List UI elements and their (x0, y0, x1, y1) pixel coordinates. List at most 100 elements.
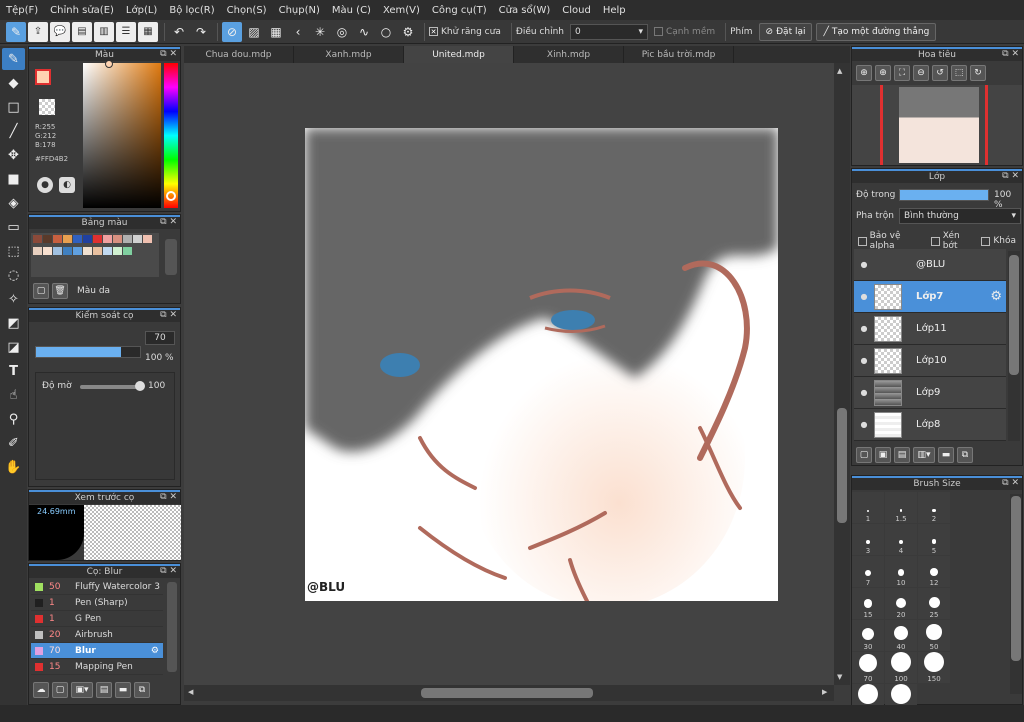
brush-size-slider[interactable] (35, 346, 141, 358)
layer-row[interactable]: ● @BLU (854, 249, 1006, 281)
list-icon[interactable]: ☰ (116, 21, 136, 42)
panel-close-icon[interactable]: ⧉ ✕ (1002, 49, 1019, 59)
circle-snap-icon[interactable]: ○ (376, 22, 396, 42)
panel-close-icon[interactable]: ⧉ ✕ (1002, 171, 1019, 181)
document-tab[interactable]: United.mdp (404, 46, 514, 63)
brush-mode-icon[interactable]: ✎ (6, 21, 26, 42)
navigator-preview[interactable] (852, 85, 1022, 165)
brush-size-cell[interactable]: 1.5 (885, 492, 917, 523)
palette-swatch[interactable] (83, 235, 92, 243)
menu-item[interactable]: Màu (C) (332, 5, 371, 16)
menu-item[interactable]: Công cụ(T) (432, 5, 487, 16)
brush-size-cell[interactable]: 50 (918, 620, 950, 651)
concentric-snap-icon[interactable]: ◎ (332, 22, 352, 42)
layer-scrollbar[interactable] (1008, 251, 1020, 441)
lock-checkbox[interactable]: Khóa (981, 231, 1016, 251)
horizontal-scrollbar[interactable]: ◀ ▶ (184, 685, 834, 701)
document-tab[interactable]: Xinh.mdp (514, 46, 624, 63)
brush-list-item[interactable]: 20 Airbrush (31, 627, 163, 643)
chat-icon[interactable]: 💬 (50, 21, 70, 42)
layer-row[interactable]: ● Lớp9 (854, 377, 1006, 409)
brush-size-cell[interactable]: 5 (918, 524, 950, 555)
select-pen-tool-icon[interactable]: ◩ (2, 312, 25, 334)
lasso-tool-icon[interactable]: ◌ (2, 264, 25, 286)
brush-size-value[interactable]: 70 (145, 331, 175, 345)
straight-line-button[interactable]: ╱ Tạo một đường thẳng (816, 22, 937, 41)
layer-row[interactable]: ● Lớp11 (854, 313, 1006, 345)
palette-swatch[interactable] (73, 235, 82, 243)
gradient-tool-icon[interactable]: ▭ (2, 216, 25, 238)
palette-swatch[interactable] (83, 247, 92, 255)
visibility-eye-icon[interactable]: ● (854, 324, 874, 333)
palette-swatch[interactable] (43, 235, 52, 243)
menu-item[interactable]: Cloud (562, 5, 591, 16)
layer-opacity-slider[interactable] (899, 189, 989, 201)
blend-mode-select[interactable]: Bình thường ▾ (899, 208, 1021, 224)
panel-close-icon[interactable]: ⧉ ✕ (160, 566, 177, 576)
new-halftone-layer-icon[interactable]: ▣ (875, 447, 891, 463)
visibility-eye-icon[interactable]: ● (854, 420, 874, 429)
rotate-left-icon[interactable]: ↺ (932, 65, 948, 81)
menu-item[interactable]: Xem(V) (383, 5, 420, 16)
menu-item[interactable]: Chọn(S) (227, 5, 267, 16)
brush-size-cell[interactable]: 2 (918, 492, 950, 523)
brush-size-cell[interactable]: 10 (885, 556, 917, 587)
settings-icon[interactable]: ⚙ (398, 22, 418, 42)
new-palette-icon[interactable]: ▢ (33, 283, 49, 299)
brush-size-cell[interactable]: 12 (918, 556, 950, 587)
visibility-eye-icon[interactable]: ● (854, 356, 874, 365)
eyedropper-tool-icon[interactable]: ⚲ (2, 408, 25, 430)
scroll-up-icon[interactable]: ▲ (837, 67, 842, 75)
zoom-fit-icon[interactable]: ⊕ (856, 65, 872, 81)
add-brush-icon[interactable]: ▣▾ (71, 682, 93, 698)
document-tab[interactable]: Pic bầu trời.mdp (624, 46, 734, 63)
layer-row[interactable]: ● Lớp10 (854, 345, 1006, 377)
color-mix-icon[interactable]: ◐ (59, 177, 75, 193)
brush-tool-icon[interactable]: ✎ (2, 48, 25, 70)
brush-size-cell[interactable]: 40 (885, 620, 917, 651)
saturation-value-picker[interactable] (83, 63, 161, 208)
palette-swatch[interactable] (53, 247, 62, 255)
brush-list-item[interactable]: 50 Fluffy Watercolor 3 (31, 579, 163, 595)
layer-scroll-thumb[interactable] (1009, 255, 1019, 375)
menu-item[interactable]: Tệp(F) (6, 5, 38, 16)
brush-size-cell[interactable]: 15 (852, 588, 884, 619)
delete-palette-icon[interactable]: 🗑 (52, 283, 68, 299)
protect-alpha-checkbox[interactable]: Bảo vệ alpha (858, 231, 925, 251)
snap-off-icon[interactable]: ⊘ (222, 21, 242, 42)
scroll-left-icon[interactable]: ◀ (188, 688, 193, 696)
palette-swatch[interactable] (123, 235, 132, 243)
visibility-eye-icon[interactable]: ● (854, 292, 874, 301)
brush-list-scrollbar[interactable] (167, 582, 177, 672)
zoom-out-icon[interactable]: ⊖ (913, 65, 929, 81)
select-eraser-tool-icon[interactable]: ◪ (2, 336, 25, 358)
layer-row[interactable]: ● Lớp8 (854, 409, 1006, 441)
palette-swatch[interactable] (93, 247, 102, 255)
palette-swatch[interactable] (33, 247, 42, 255)
document-tab[interactable]: Chua dou.mdp (184, 46, 294, 63)
text-tool-icon[interactable]: T (2, 360, 25, 382)
brush-size-cell[interactable]: 1 (852, 492, 884, 523)
new-folder-icon[interactable]: ▬ (938, 447, 954, 463)
pen-tool-icon[interactable]: ✐ (2, 432, 25, 454)
palette-swatch[interactable] (93, 235, 102, 243)
brush-folder-icon[interactable]: ▬ (115, 682, 131, 698)
picker-cursor[interactable] (105, 60, 113, 68)
layer-row[interactable]: ● Lớp7 ⚙ (854, 281, 1006, 313)
perspective-snap-icon[interactable]: ‹ (288, 22, 308, 42)
magic-wand-tool-icon[interactable]: ✧ (2, 288, 25, 310)
palette-swatch[interactable] (113, 247, 122, 255)
palette-swatch[interactable] (33, 235, 42, 243)
brush-size-cell[interactable]: 30 (852, 620, 884, 651)
menu-item[interactable]: Cửa sổ(W) (499, 5, 551, 16)
brush-size-cell[interactable]: 150 (918, 652, 950, 683)
comment-icon[interactable]: ▤ (72, 21, 92, 42)
panel-close-icon[interactable]: ⧉ ✕ (1002, 478, 1019, 488)
radial-snap-icon[interactable]: ✳ (310, 22, 330, 42)
palette-swatch[interactable] (103, 247, 112, 255)
vertical-scroll-thumb[interactable] (837, 408, 847, 523)
visibility-eye-icon[interactable]: ● (854, 388, 874, 397)
palette-swatch[interactable] (123, 247, 132, 255)
gear-icon[interactable]: ⚙ (990, 289, 1002, 304)
brush-size-cell[interactable]: 25 (918, 588, 950, 619)
